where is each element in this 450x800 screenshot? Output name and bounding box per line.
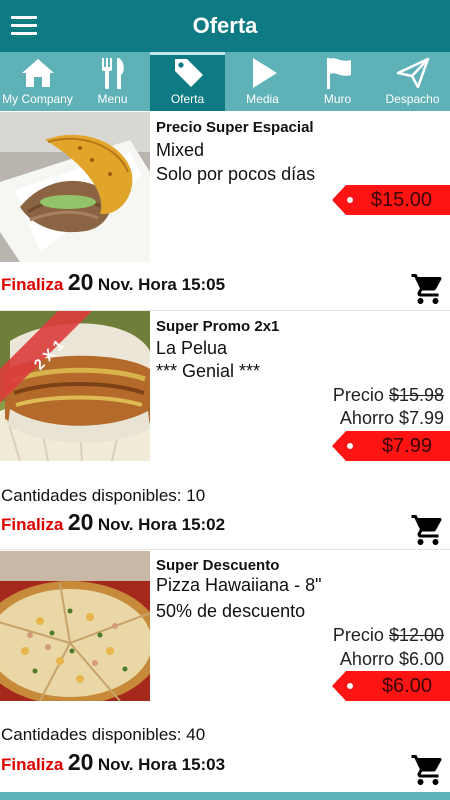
precio-label: Precio [332,385,384,405]
tab-media[interactable]: Media [225,52,300,111]
tab-muro[interactable]: Muro [300,52,375,111]
offer-name: Mixed [156,140,205,160]
deadline-month-time: Nov. Hora 15:05 [97,275,226,294]
deadline-month-time: Nov. Hora 15:03 [97,755,226,774]
paper-plane-icon [396,57,429,89]
precio-label: Precio [332,625,384,645]
offer-heading: Super Descuento [156,557,280,574]
tab-label: Menu [97,92,128,106]
deadline-month-time: Nov. Hora 15:02 [97,515,226,534]
offer-name: Pizza Hawaiiana - 8" [156,575,322,595]
tab-label: My Company [2,92,73,106]
tab-oferta[interactable]: Oferta [150,52,225,111]
tab-despacho[interactable]: Despacho [375,52,450,111]
original-price: Precio $12.00 [333,625,444,646]
offer-heading: Precio Super Espacial [156,119,314,136]
price-tag: $15.00 [332,185,450,215]
original-price: Precio $15.98 [333,385,444,406]
deadline-day: 20 [67,749,94,775]
finaliza-label: Finaliza [1,275,64,294]
offer-note: *** Genial *** [156,361,261,381]
fork-knife-icon [101,58,124,89]
tab-my-company[interactable]: My Company [0,52,75,111]
flag-icon [326,58,351,89]
quantity-label: Cantidades disponibles: [1,725,182,744]
tab-label: Media [246,92,279,106]
available-quantity: Cantidades disponibles: 10 [1,486,205,506]
deadline-day: 20 [67,509,94,535]
price-tag: $6.00 [332,671,450,701]
tab-menu[interactable]: Menu [75,52,150,111]
offer-note: 50% de descuento [156,601,306,621]
price-tag: $7.99 [332,431,450,461]
tab-bar: My Company Menu Oferta Media Muro Despac… [0,52,450,111]
offer-deadline: Finaliza 20 Nov. Hora 15:05 [1,269,225,296]
price-value: $7.99 [381,435,432,457]
offer-note: Solo por pocos días [156,164,316,184]
finaliza-label: Finaliza [1,515,64,534]
offer-card[interactable]: 2 X 1 Super Promo 2x1 La Pelua *** Genia… [0,311,450,549]
offer-image-la-pelua: 2 X 1 [0,311,150,461]
top-app-bar: Oferta [0,0,450,52]
offer-deadline: Finaliza 20 Nov. Hora 15:02 [1,509,225,536]
price-value: $6.00 [381,675,432,697]
page-title: Oferta [192,13,258,38]
offer-name: La Pelua [156,338,228,358]
app-screen: Oferta My Company Menu Oferta Media Muro… [0,0,450,800]
hamburger-menu-icon[interactable] [11,16,37,36]
offer-image-pizza [0,551,150,701]
offer-image-arepa [0,112,150,262]
deadline-day: 20 [67,269,94,295]
price-value: $15.00 [370,189,432,211]
offer-card[interactable]: Precio Super Espacial Mixed Solo por poc… [0,111,450,310]
available-quantity: Cantidades disponibles: 40 [1,725,205,745]
play-icon [252,58,277,88]
old-price: $12.00 [388,625,444,645]
offer-deadline: Finaliza 20 Nov. Hora 15:03 [1,749,225,776]
quantity-value: 10 [186,486,206,505]
shopping-cart-icon[interactable] [410,271,446,307]
savings: Ahorro $6.00 [339,649,444,669]
offer-heading: Super Promo 2x1 [156,318,280,335]
tab-label: Despacho [385,92,440,106]
shopping-cart-icon[interactable] [410,752,446,788]
shopping-cart-icon[interactable] [410,512,446,548]
price-tag-icon [174,59,203,87]
offer-card[interactable]: Super Descuento Pizza Hawaiiana - 8" 50%… [0,550,450,790]
quantity-label: Cantidades disponibles: [1,486,182,505]
tab-label: Oferta [170,92,205,106]
finaliza-label: Finaliza [1,755,64,774]
bottom-bar [0,792,450,800]
old-price: $15.98 [388,385,444,405]
quantity-value: 40 [186,725,206,744]
home-icon [21,59,54,87]
savings: Ahorro $7.99 [339,408,444,428]
tab-label: Muro [323,92,352,106]
